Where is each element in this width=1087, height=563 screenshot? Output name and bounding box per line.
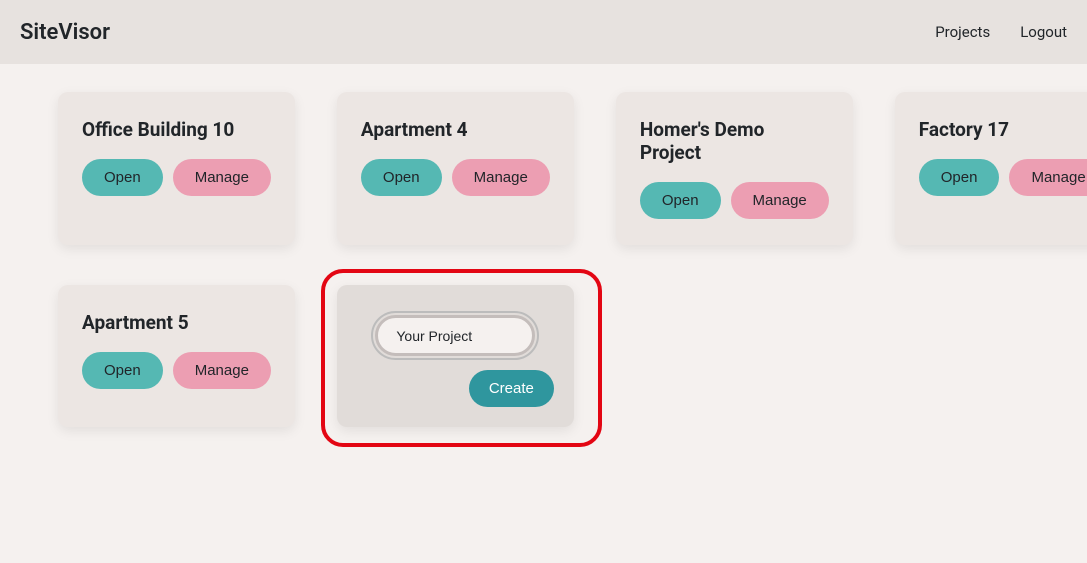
open-button[interactable]: Open [82,159,163,196]
nav-links: Projects Logout [935,23,1067,41]
manage-button[interactable]: Manage [452,159,550,196]
project-title: Apartment 4 [361,118,550,141]
project-actions: Open Manage [919,159,1087,196]
new-project-highlight: Create [337,285,574,427]
create-actions: Create [357,370,554,407]
project-card: Factory 17 Open Manage [895,92,1087,245]
project-actions: Open Manage [640,182,829,219]
project-card: Office Building 10 Open Manage [58,92,295,245]
project-title: Homer's Demo Project [640,118,829,164]
project-card: Apartment 4 Open Manage [337,92,574,245]
project-name-input[interactable] [396,328,514,344]
project-card: Apartment 5 Open Manage [58,285,295,427]
manage-button[interactable]: Manage [173,352,271,389]
new-project-card: Create [337,285,574,427]
projects-grid: Office Building 10 Open Manage Apartment… [0,64,1087,455]
project-title: Office Building 10 [82,118,271,141]
nav-projects[interactable]: Projects [935,23,990,41]
project-name-input-wrap[interactable] [375,315,535,356]
open-button[interactable]: Open [361,159,442,196]
manage-button[interactable]: Manage [173,159,271,196]
project-title: Factory 17 [919,118,1087,141]
open-button[interactable]: Open [919,159,1000,196]
project-actions: Open Manage [361,159,550,196]
create-button[interactable]: Create [469,370,554,407]
open-button[interactable]: Open [82,352,163,389]
open-button[interactable]: Open [640,182,721,219]
project-card: Homer's Demo Project Open Manage [616,92,853,245]
nav-logout[interactable]: Logout [1020,23,1067,41]
header: SiteVisor Projects Logout [0,0,1087,64]
manage-button[interactable]: Manage [1009,159,1087,196]
project-actions: Open Manage [82,159,271,196]
project-actions: Open Manage [82,352,271,389]
manage-button[interactable]: Manage [731,182,829,219]
app-logo[interactable]: SiteVisor [20,20,110,45]
project-title: Apartment 5 [82,311,271,334]
